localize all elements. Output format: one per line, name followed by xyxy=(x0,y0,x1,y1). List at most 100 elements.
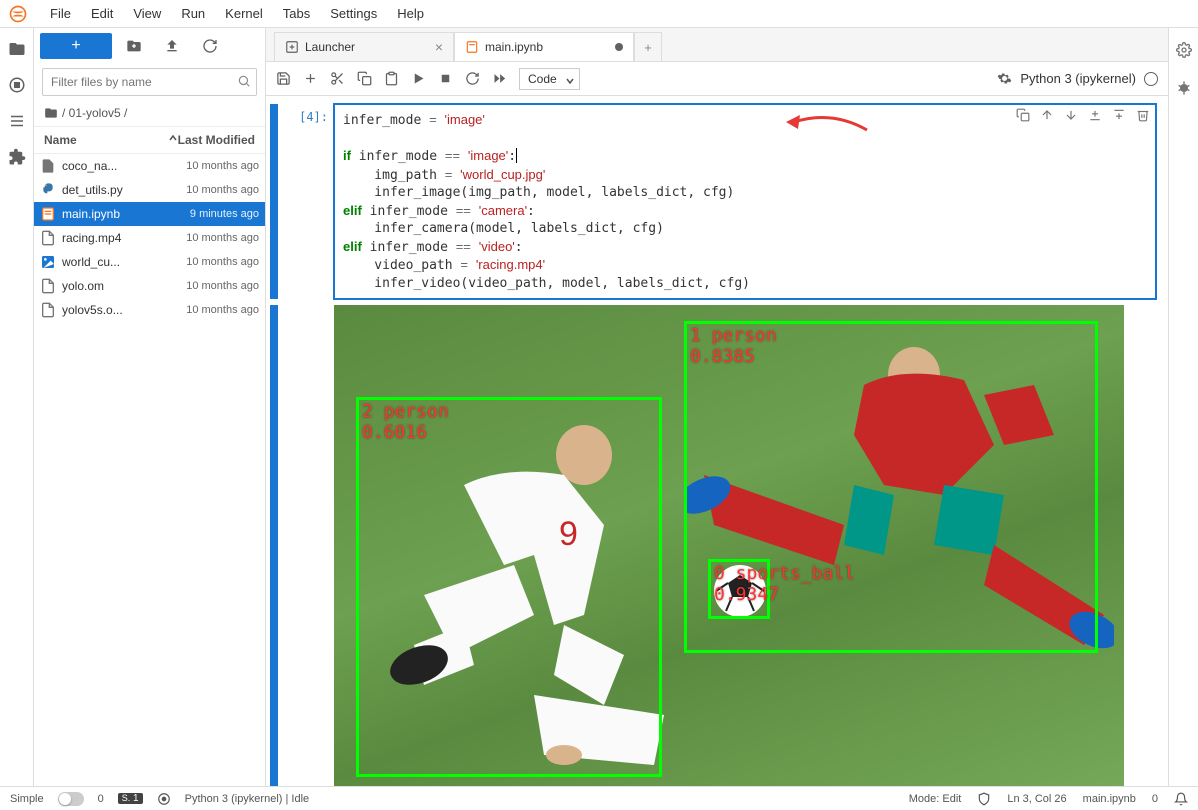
insert-above-icon[interactable] xyxy=(1088,108,1102,122)
col-name[interactable]: Name xyxy=(44,133,168,147)
main-panel: Launcher × main.ipynb+ Code Python 3 (ipyk… xyxy=(266,28,1168,786)
breadcrumb-path[interactable]: / 01-yolov5 / xyxy=(62,106,127,120)
status-filename[interactable]: main.ipynb xyxy=(1083,793,1136,805)
output-cell: 9 xyxy=(270,305,1156,786)
lsp-icon[interactable] xyxy=(157,792,171,806)
file-modified: 10 months ago xyxy=(186,304,259,316)
notebook-body[interactable]: [4]: infer_mode = 'image' if infer_mode … xyxy=(266,96,1168,786)
trusted-icon[interactable] xyxy=(977,792,991,806)
bell-icon[interactable] xyxy=(1174,792,1188,806)
cursor-position[interactable]: Ln 3, Col 26 xyxy=(1007,793,1066,805)
filter-input[interactable] xyxy=(42,68,257,96)
restart-icon[interactable] xyxy=(465,71,480,86)
col-modified[interactable]: Last Modified xyxy=(178,133,255,147)
file-name: coco_na... xyxy=(62,159,186,173)
new-folder-icon[interactable] xyxy=(126,38,142,54)
menu-tabs[interactable]: Tabs xyxy=(273,2,320,25)
file-row[interactable]: yolov5s.o...10 months ago xyxy=(34,298,265,322)
file-modified: 10 months ago xyxy=(186,280,259,292)
interrupt-icon[interactable] xyxy=(438,71,453,86)
tab-launcher[interactable]: Launcher × xyxy=(274,32,454,61)
new-launcher-button[interactable]: + xyxy=(40,33,112,59)
sort-icon xyxy=(168,133,178,143)
file-name: yolo.om xyxy=(62,279,186,293)
debugger-icon[interactable] xyxy=(1176,80,1192,96)
detection-label: 1 person 0.8385 xyxy=(690,325,777,367)
code-cell[interactable]: [4]: infer_mode = 'image' if infer_mode … xyxy=(270,104,1156,299)
run-icon[interactable] xyxy=(411,71,426,86)
menu-file[interactable]: File xyxy=(40,2,81,25)
tab-label: Launcher xyxy=(305,40,355,54)
file-row[interactable]: det_utils.py10 months ago xyxy=(34,178,265,202)
kernel-indicator-icon[interactable] xyxy=(1144,72,1158,86)
tab-bar: Launcher × main.ipynb+ xyxy=(266,28,1168,62)
file-modified: 9 minutes ago xyxy=(190,208,259,220)
detection-label: 0 sports_ball 0.9347 xyxy=(714,563,855,605)
insert-cell-icon[interactable] xyxy=(303,71,318,86)
file-modified: 10 months ago xyxy=(186,160,259,172)
code-editor[interactable]: infer_mode = 'image' if infer_mode == 'i… xyxy=(334,104,1156,299)
menu-kernel[interactable]: Kernel xyxy=(215,2,273,25)
file-row[interactable]: coco_na...10 months ago xyxy=(34,154,265,178)
dirty-indicator-icon xyxy=(615,43,623,51)
right-sidebar xyxy=(1168,28,1198,786)
file-name: det_utils.py xyxy=(62,183,186,197)
file-name: yolov5s.o... xyxy=(62,303,186,317)
paste-icon[interactable] xyxy=(384,71,399,86)
folder-icon[interactable] xyxy=(8,40,26,58)
duplicate-icon[interactable] xyxy=(1016,108,1030,122)
cog-icon[interactable] xyxy=(997,71,1012,86)
breadcrumb[interactable]: / 01-yolov5 / xyxy=(34,100,265,126)
toc-icon[interactable] xyxy=(8,112,26,130)
kernel-name[interactable]: Python 3 (ipykernel) xyxy=(1020,71,1136,86)
status-bar: Simple 0 S. 1 Python 3 (ipykernel) | Idl… xyxy=(0,786,1198,810)
output-image: 9 xyxy=(334,305,1124,786)
file-name: main.ipynb xyxy=(62,207,190,221)
running-icon[interactable] xyxy=(8,76,26,94)
cell-actions xyxy=(1016,108,1150,122)
consoles-badge[interactable]: S. 1 xyxy=(118,793,143,804)
copy-icon[interactable] xyxy=(357,71,372,86)
mode-status[interactable]: Mode: Edit xyxy=(909,793,962,805)
file-row[interactable]: racing.mp410 months ago xyxy=(34,226,265,250)
restart-run-all-icon[interactable] xyxy=(492,71,507,86)
extensions-icon[interactable] xyxy=(8,148,26,166)
menu-help[interactable]: Help xyxy=(387,2,434,25)
simple-toggle[interactable] xyxy=(58,792,84,806)
jupyter-logo-icon xyxy=(8,4,28,24)
detection-label: 2 person 0.6016 xyxy=(362,401,449,443)
delete-cell-icon[interactable] xyxy=(1136,108,1150,122)
celltype-select[interactable]: Code xyxy=(519,68,580,90)
terminals-count[interactable]: 0 xyxy=(98,793,104,805)
move-up-icon[interactable] xyxy=(1040,108,1054,122)
notification-count: 0 xyxy=(1152,793,1158,805)
kernel-status[interactable]: Python 3 (ipykernel) | Idle xyxy=(185,793,310,805)
file-modified: 10 months ago xyxy=(186,232,259,244)
menu-settings[interactable]: Settings xyxy=(320,2,387,25)
save-icon[interactable] xyxy=(276,71,291,86)
file-row[interactable]: world_cu...10 months ago xyxy=(34,250,265,274)
detection-box xyxy=(356,397,662,777)
file-row[interactable]: yolo.om10 months ago xyxy=(34,274,265,298)
file-row[interactable]: main.ipynb9 minutes ago xyxy=(34,202,265,226)
add-tab-button[interactable]: + xyxy=(634,32,662,61)
close-tab-icon[interactable]: × xyxy=(435,39,443,55)
file-modified: 10 months ago xyxy=(186,256,259,268)
insert-below-icon[interactable] xyxy=(1112,108,1126,122)
property-inspector-icon[interactable] xyxy=(1176,42,1192,58)
refresh-icon[interactable] xyxy=(202,38,218,54)
menu-edit[interactable]: Edit xyxy=(81,2,123,25)
output-collapser[interactable] xyxy=(270,305,278,786)
cell-collapser[interactable] xyxy=(270,104,278,299)
upload-icon[interactable] xyxy=(164,38,180,54)
cut-icon[interactable] xyxy=(330,71,345,86)
notebook-toolbar: Code Python 3 (ipykernel) xyxy=(266,62,1168,96)
menu-view[interactable]: View xyxy=(123,2,171,25)
tab-main-ipynb[interactable]: main.ipynb xyxy=(454,32,634,61)
folder-icon xyxy=(44,106,58,120)
simple-label: Simple xyxy=(10,793,44,805)
search-icon xyxy=(237,74,251,88)
move-down-icon[interactable] xyxy=(1064,108,1078,122)
menu-run[interactable]: Run xyxy=(171,2,215,25)
file-browser: + / 01-yolov5 / Name Last Modified coco_… xyxy=(34,28,266,786)
